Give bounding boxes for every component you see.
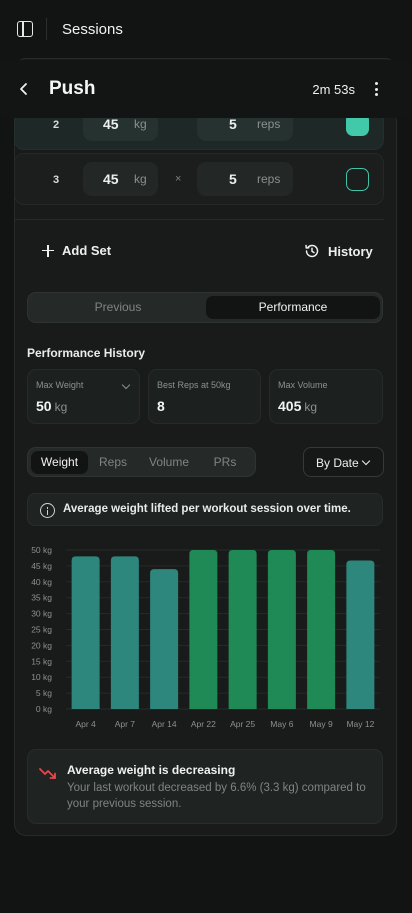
chart-bar[interactable] <box>307 550 336 709</box>
plus-icon <box>42 244 54 257</box>
y-tick-label: 5 kg <box>36 688 52 698</box>
tab-reps[interactable]: Reps <box>90 451 136 474</box>
x-tick-label: May 9 <box>310 719 333 729</box>
y-tick-label: 20 kg <box>31 640 52 650</box>
stat-max-volume: Max Volume 405 kg <box>269 369 383 424</box>
stat-max-weight[interactable]: Max Weight 50 kg <box>27 369 140 424</box>
x-tick-label: Apr 25 <box>230 719 255 729</box>
chart-bar[interactable] <box>189 550 218 709</box>
view-toggle: Previous Performance <box>27 292 383 323</box>
y-tick-label: 40 kg <box>31 577 52 587</box>
x-tick-label: May 6 <box>270 719 293 729</box>
info-icon <box>40 503 55 518</box>
set-number: 3 <box>53 174 60 186</box>
workout-header: Push 2m 53s <box>0 60 412 118</box>
x-tick-label: May 12 <box>346 719 374 729</box>
trend-card: Average weight is decreasing Your last w… <box>27 749 383 824</box>
chevron-down-icon <box>121 380 131 390</box>
y-tick-label: 30 kg <box>31 609 52 619</box>
weight-input[interactable]: 45 kg <box>83 162 158 196</box>
divider <box>46 18 47 40</box>
tab-prs[interactable]: PRs <box>202 451 248 474</box>
y-tick-label: 10 kg <box>31 672 52 682</box>
add-set-button[interactable]: Add Set <box>42 243 111 258</box>
chart-bar[interactable] <box>267 550 296 709</box>
divider <box>14 219 384 220</box>
x-tick-label: Apr 4 <box>75 719 96 729</box>
workout-timer: 2m 53s <box>312 82 355 97</box>
chart-bar[interactable] <box>110 556 139 709</box>
performance-history-title: Performance History <box>27 346 146 360</box>
x-tick-label: Apr 22 <box>191 719 216 729</box>
app-title: Sessions <box>62 21 123 38</box>
history-button[interactable]: History <box>304 243 373 259</box>
chart-info-banner: Average weight lifted per workout sessio… <box>27 493 383 526</box>
weight-bar-chart: 0 kg 5 kg 10 kg 15 kg 20 kg 25 kg 30 kg 35 kg 40… <box>31 545 380 729</box>
x-tick-label: Apr 7 <box>115 719 136 729</box>
app-bar: Sessions <box>0 0 412 58</box>
history-icon <box>305 244 319 258</box>
tab-previous[interactable]: Previous <box>31 296 205 319</box>
back-arrow-icon[interactable] <box>17 82 31 96</box>
reps-input[interactable]: 5 reps <box>197 162 293 196</box>
metric-tabs: Weight Reps Volume PRs <box>27 447 256 477</box>
times-symbol: × <box>175 173 182 185</box>
tab-volume[interactable]: Volume <box>139 451 199 474</box>
chart-bar[interactable] <box>228 550 257 709</box>
chart-bar[interactable] <box>71 556 100 709</box>
x-tick-label: Apr 14 <box>152 719 177 729</box>
chevron-down-icon <box>361 456 371 466</box>
set-row: 3 45 kg × 5 reps <box>14 153 384 205</box>
trend-down-icon <box>39 768 56 779</box>
tab-performance[interactable]: Performance <box>206 296 380 319</box>
sort-dropdown[interactable]: By Date <box>303 447 384 477</box>
y-tick-label: 25 kg <box>31 625 52 635</box>
more-menu-icon[interactable] <box>375 82 379 96</box>
y-tick-label: 0 kg <box>36 704 52 714</box>
y-tick-label: 45 kg <box>31 561 52 571</box>
sidebar-toggle-icon[interactable] <box>17 21 33 37</box>
y-tick-label: 15 kg <box>31 656 52 666</box>
chart-bar[interactable] <box>346 560 375 709</box>
chart-bar[interactable] <box>150 569 179 709</box>
set-number: 2 <box>53 119 60 131</box>
tab-weight[interactable]: Weight <box>31 451 88 474</box>
y-tick-label: 35 kg <box>31 593 52 603</box>
set-complete-checkbox[interactable] <box>346 168 369 191</box>
workout-title: Push <box>49 78 96 99</box>
stat-best-reps: Best Reps at 50kg 8 <box>148 369 261 424</box>
y-tick-label: 50 kg <box>31 545 52 555</box>
